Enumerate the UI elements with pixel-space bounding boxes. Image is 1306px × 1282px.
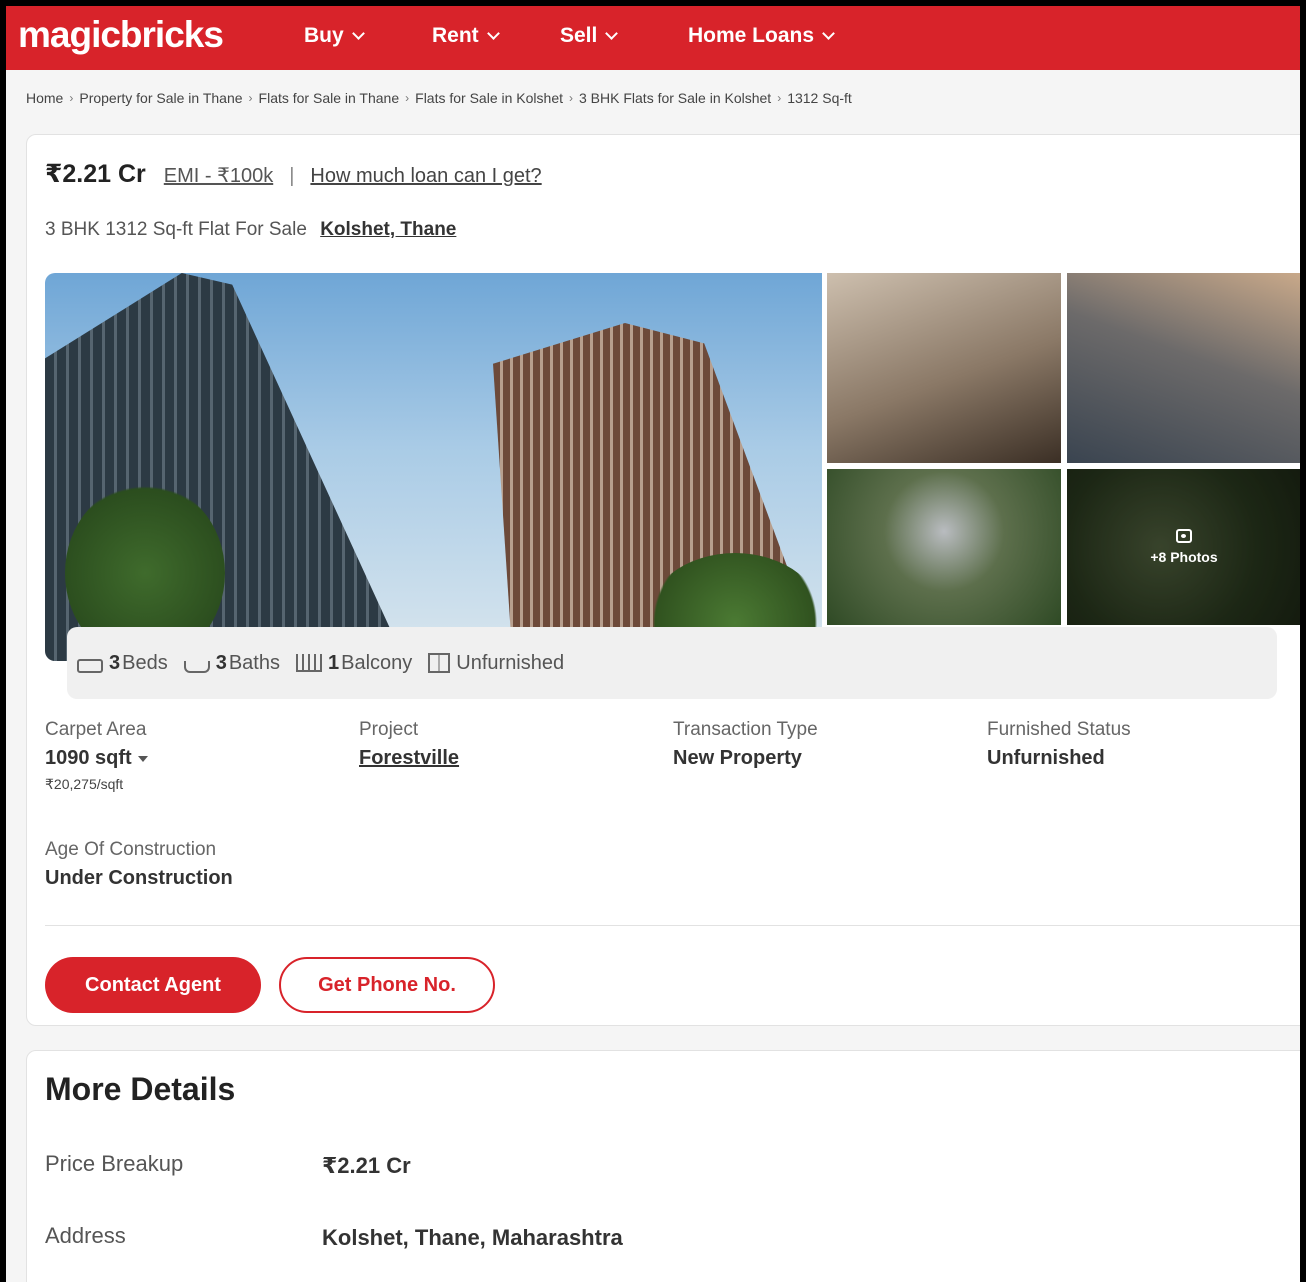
nav-rent-label: Rent (432, 24, 479, 47)
main-photo[interactable] (45, 273, 822, 661)
nav-sell-label: Sell (560, 24, 598, 47)
nav-rent[interactable]: Rent (432, 24, 500, 48)
listing-location-link[interactable]: Kolshet, Thane (320, 219, 456, 240)
address-value: Kolshet, Thane, Maharashtra (322, 1225, 623, 1250)
baths-count: 3 (215, 651, 227, 674)
beds-label: Beds (122, 651, 168, 674)
breadcrumb-flats-thane[interactable]: Flats for Sale in Thane (259, 90, 400, 106)
breadcrumb-separator-icon: › (569, 91, 573, 105)
breadcrumb-property-thane[interactable]: Property for Sale in Thane (79, 90, 242, 106)
project-label: Project (359, 719, 419, 740)
listing-card: ₹2.21 Cr EMI - ₹100k | How much loan can… (26, 134, 1300, 1026)
carpet-area-dropdown[interactable]: 1090 sqft (45, 747, 148, 770)
furnished-status-label: Furnished Status (987, 719, 1131, 740)
breadcrumb-separator-icon: › (69, 91, 74, 105)
photo-icon (1176, 529, 1192, 543)
age-of-construction-value: Under Construction (45, 867, 233, 889)
price-breakup-value: ₹2.21 Cr (322, 1153, 411, 1178)
breadcrumb-flats-kolshet[interactable]: Flats for Sale in Kolshet (415, 90, 563, 106)
more-details-title: More Details (45, 1071, 236, 1107)
more-details-card: More Details Price Breakup ₹2.21 Cr Addr… (26, 1050, 1300, 1282)
spec-furnished-status: Furnished Status Unfurnished (987, 719, 1131, 770)
amenity-balcony: 1 Balcony (296, 652, 412, 675)
amenity-beds: 3 Beds (77, 652, 168, 675)
furnished-status-value: Unfurnished (987, 747, 1105, 769)
balcony-count: 1 (328, 651, 340, 674)
spec-carpet-area: Carpet Area 1090 sqft ₹20,275/sqft (45, 719, 148, 793)
breadcrumb-separator-icon: › (777, 91, 782, 105)
project-link[interactable]: Forestville (359, 747, 459, 770)
price-separator: | (289, 165, 295, 187)
transaction-type-label: Transaction Type (673, 719, 818, 740)
nav-home-loans[interactable]: Home Loans (688, 24, 835, 48)
amenity-furnishing: Unfurnished (428, 652, 564, 675)
transaction-type-value: New Property (673, 747, 802, 769)
thumbnail-more-photos[interactable]: +8 Photos (1067, 469, 1300, 625)
chevron-down-icon (822, 27, 835, 40)
loan-eligibility-link[interactable]: How much loan can I get? (310, 165, 541, 188)
spec-transaction-type: Transaction Type New Property (673, 719, 818, 770)
breadcrumb: Home › Property for Sale in Thane › Flat… (26, 90, 852, 106)
listing-price: ₹2.21 Cr (45, 160, 146, 188)
photo-gallery: +8 Photos (45, 273, 1300, 661)
nav-home-loans-label: Home Loans (688, 24, 815, 47)
balcony-icon (296, 654, 322, 672)
price-per-sqft: ₹20,275/sqft (45, 776, 124, 792)
contact-agent-button[interactable]: Contact Agent (45, 957, 261, 1013)
magicbricks-logo[interactable]: magicbricks (18, 14, 224, 56)
furnishing-label: Unfurnished (456, 651, 565, 674)
balcony-label: Balcony (341, 651, 413, 674)
breadcrumb-separator-icon: › (248, 91, 253, 105)
listing-title: 3 BHK 1312 Sq-ft Flat For Sale (45, 219, 307, 240)
more-photos-label: +8 Photos (1150, 549, 1218, 565)
bed-icon (77, 659, 103, 673)
baths-label: Baths (228, 651, 280, 674)
furnishing-icon (428, 653, 451, 673)
get-phone-button[interactable]: Get Phone No. (279, 957, 495, 1013)
caret-down-icon (137, 755, 148, 762)
amenities-bar: 3 Beds 3 Baths 1 Balcony Unfurnished (67, 627, 1277, 699)
address-label: Address (45, 1223, 126, 1248)
more-photos-overlay: +8 Photos (1067, 469, 1300, 625)
breadcrumb-3bhk-kolshet[interactable]: 3 BHK Flats for Sale in Kolshet (579, 90, 771, 106)
divider (45, 925, 1300, 926)
breadcrumb-separator-icon: › (405, 91, 410, 105)
spec-age-of-construction: Age Of Construction Under Construction (45, 839, 233, 890)
chevron-down-icon (486, 27, 500, 40)
emi-link[interactable]: EMI - ₹100k (164, 163, 273, 188)
carpet-area-label: Carpet Area (45, 719, 147, 740)
thumbnail-dining[interactable] (827, 273, 1061, 463)
thumbnail-aerial[interactable] (827, 469, 1061, 625)
page-frame: magicbricks Buy Rent Sell Home Loans Hom… (6, 6, 1300, 1282)
nav-buy-label: Buy (304, 24, 344, 47)
nav-sell[interactable]: Sell (560, 24, 619, 48)
price-row: ₹2.21 Cr EMI - ₹100k | How much loan can… (45, 159, 542, 189)
amenity-baths: 3 Baths (183, 651, 280, 675)
breadcrumb-current: 1312 Sq-ft (787, 90, 852, 106)
breadcrumb-home[interactable]: Home (26, 90, 63, 106)
bath-icon (183, 661, 210, 673)
thumbnail-living[interactable] (1067, 273, 1300, 463)
listing-subtitle: 3 BHK 1312 Sq-ft Flat For Sale Kolshet, … (45, 219, 456, 241)
nav-buy[interactable]: Buy (304, 24, 365, 48)
chevron-down-icon (605, 27, 619, 40)
beds-count: 3 (109, 651, 121, 674)
price-breakup-label: Price Breakup (45, 1151, 184, 1176)
spec-project: Project Forestville (359, 719, 459, 770)
top-navigation: magicbricks Buy Rent Sell Home Loans (6, 6, 1300, 70)
carpet-area-value: 1090 sqft (45, 747, 132, 769)
age-of-construction-label: Age Of Construction (45, 839, 217, 860)
chevron-down-icon (351, 27, 365, 40)
